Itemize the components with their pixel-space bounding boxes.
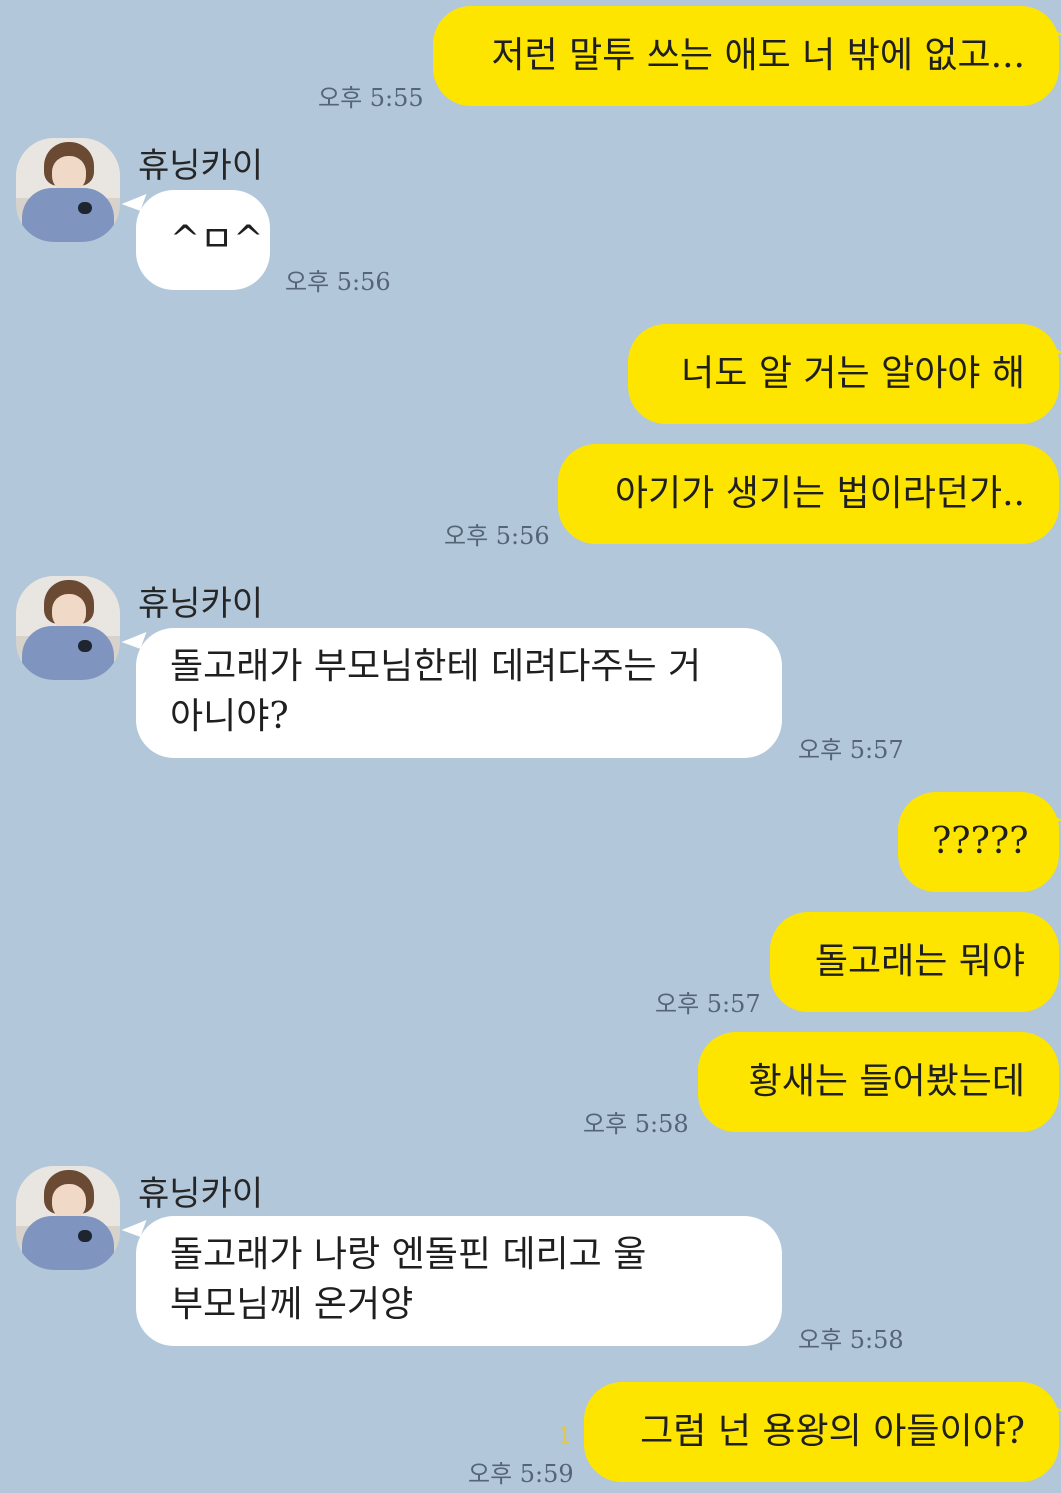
- message-bubble-sent[interactable]: ?????: [898, 792, 1059, 892]
- contact-avatar[interactable]: [16, 576, 120, 680]
- message-bubble-received[interactable]: 돌고래가 나랑 엔돌핀 데리고 울 부모님께 온거양: [136, 1216, 782, 1346]
- message-text: 그럼 넌 용왕의 아들이야?: [640, 1411, 1025, 1452]
- message-text-line: 돌고래가 부모님한테 데려다주는 거: [170, 646, 702, 687]
- message-bubble-sent[interactable]: 너도 알 거는 알아야 해: [628, 324, 1059, 424]
- message-text-line: 아니야?: [170, 696, 289, 737]
- message-bubble-received[interactable]: ^ㅁ^: [136, 190, 270, 290]
- message-text: ?????: [932, 821, 1029, 862]
- message-text: 황새는 들어봤는데: [748, 1061, 1025, 1102]
- contact-avatar[interactable]: [16, 138, 120, 242]
- message-text: 저런 말투 쓰는 애도 너 밖에 없고...: [491, 35, 1025, 76]
- message-time: 오후 5:57: [655, 990, 761, 1018]
- contact-name: 휴닝카이: [138, 146, 264, 186]
- message-bubble-sent[interactable]: 돌고래는 뭐야: [770, 912, 1059, 1012]
- message-time: 오후 5:58: [798, 1326, 904, 1354]
- contact-avatar[interactable]: [16, 1166, 120, 1270]
- message-bubble-sent[interactable]: 황새는 들어봤는데: [698, 1032, 1059, 1132]
- message-text: ^ㅁ^: [170, 219, 264, 260]
- message-bubble-sent[interactable]: 그럼 넌 용왕의 아들이야?: [584, 1382, 1059, 1482]
- message-time: 오후 5:56: [285, 268, 391, 296]
- message-bubble-sent[interactable]: 저런 말투 쓰는 애도 너 밖에 없고...: [433, 6, 1059, 106]
- message-bubble-received[interactable]: 돌고래가 부모님한테 데려다주는 거 아니야?: [136, 628, 782, 758]
- message-text: 너도 알 거는 알아야 해: [681, 353, 1025, 394]
- message-bubble-sent[interactable]: 아기가 생기는 법이라던가..: [558, 444, 1059, 544]
- contact-name: 휴닝카이: [138, 1174, 264, 1214]
- message-text-line: 부모님께 온거양: [170, 1284, 414, 1325]
- message-time: 오후 5:58: [583, 1110, 689, 1138]
- message-text-line: 돌고래가 나랑 엔돌핀 데리고 울: [170, 1234, 647, 1275]
- message-text: 돌고래는 뭐야: [814, 941, 1025, 982]
- message-time: 오후 5:57: [798, 736, 904, 764]
- contact-name: 휴닝카이: [138, 584, 264, 624]
- message-time: 오후 5:59: [468, 1460, 574, 1488]
- message-text: 아기가 생기는 법이라던가..: [614, 473, 1025, 514]
- message-time: 오후 5:56: [444, 522, 550, 550]
- unread-count: 1: [558, 1424, 572, 1449]
- message-time: 오후 5:55: [318, 84, 424, 112]
